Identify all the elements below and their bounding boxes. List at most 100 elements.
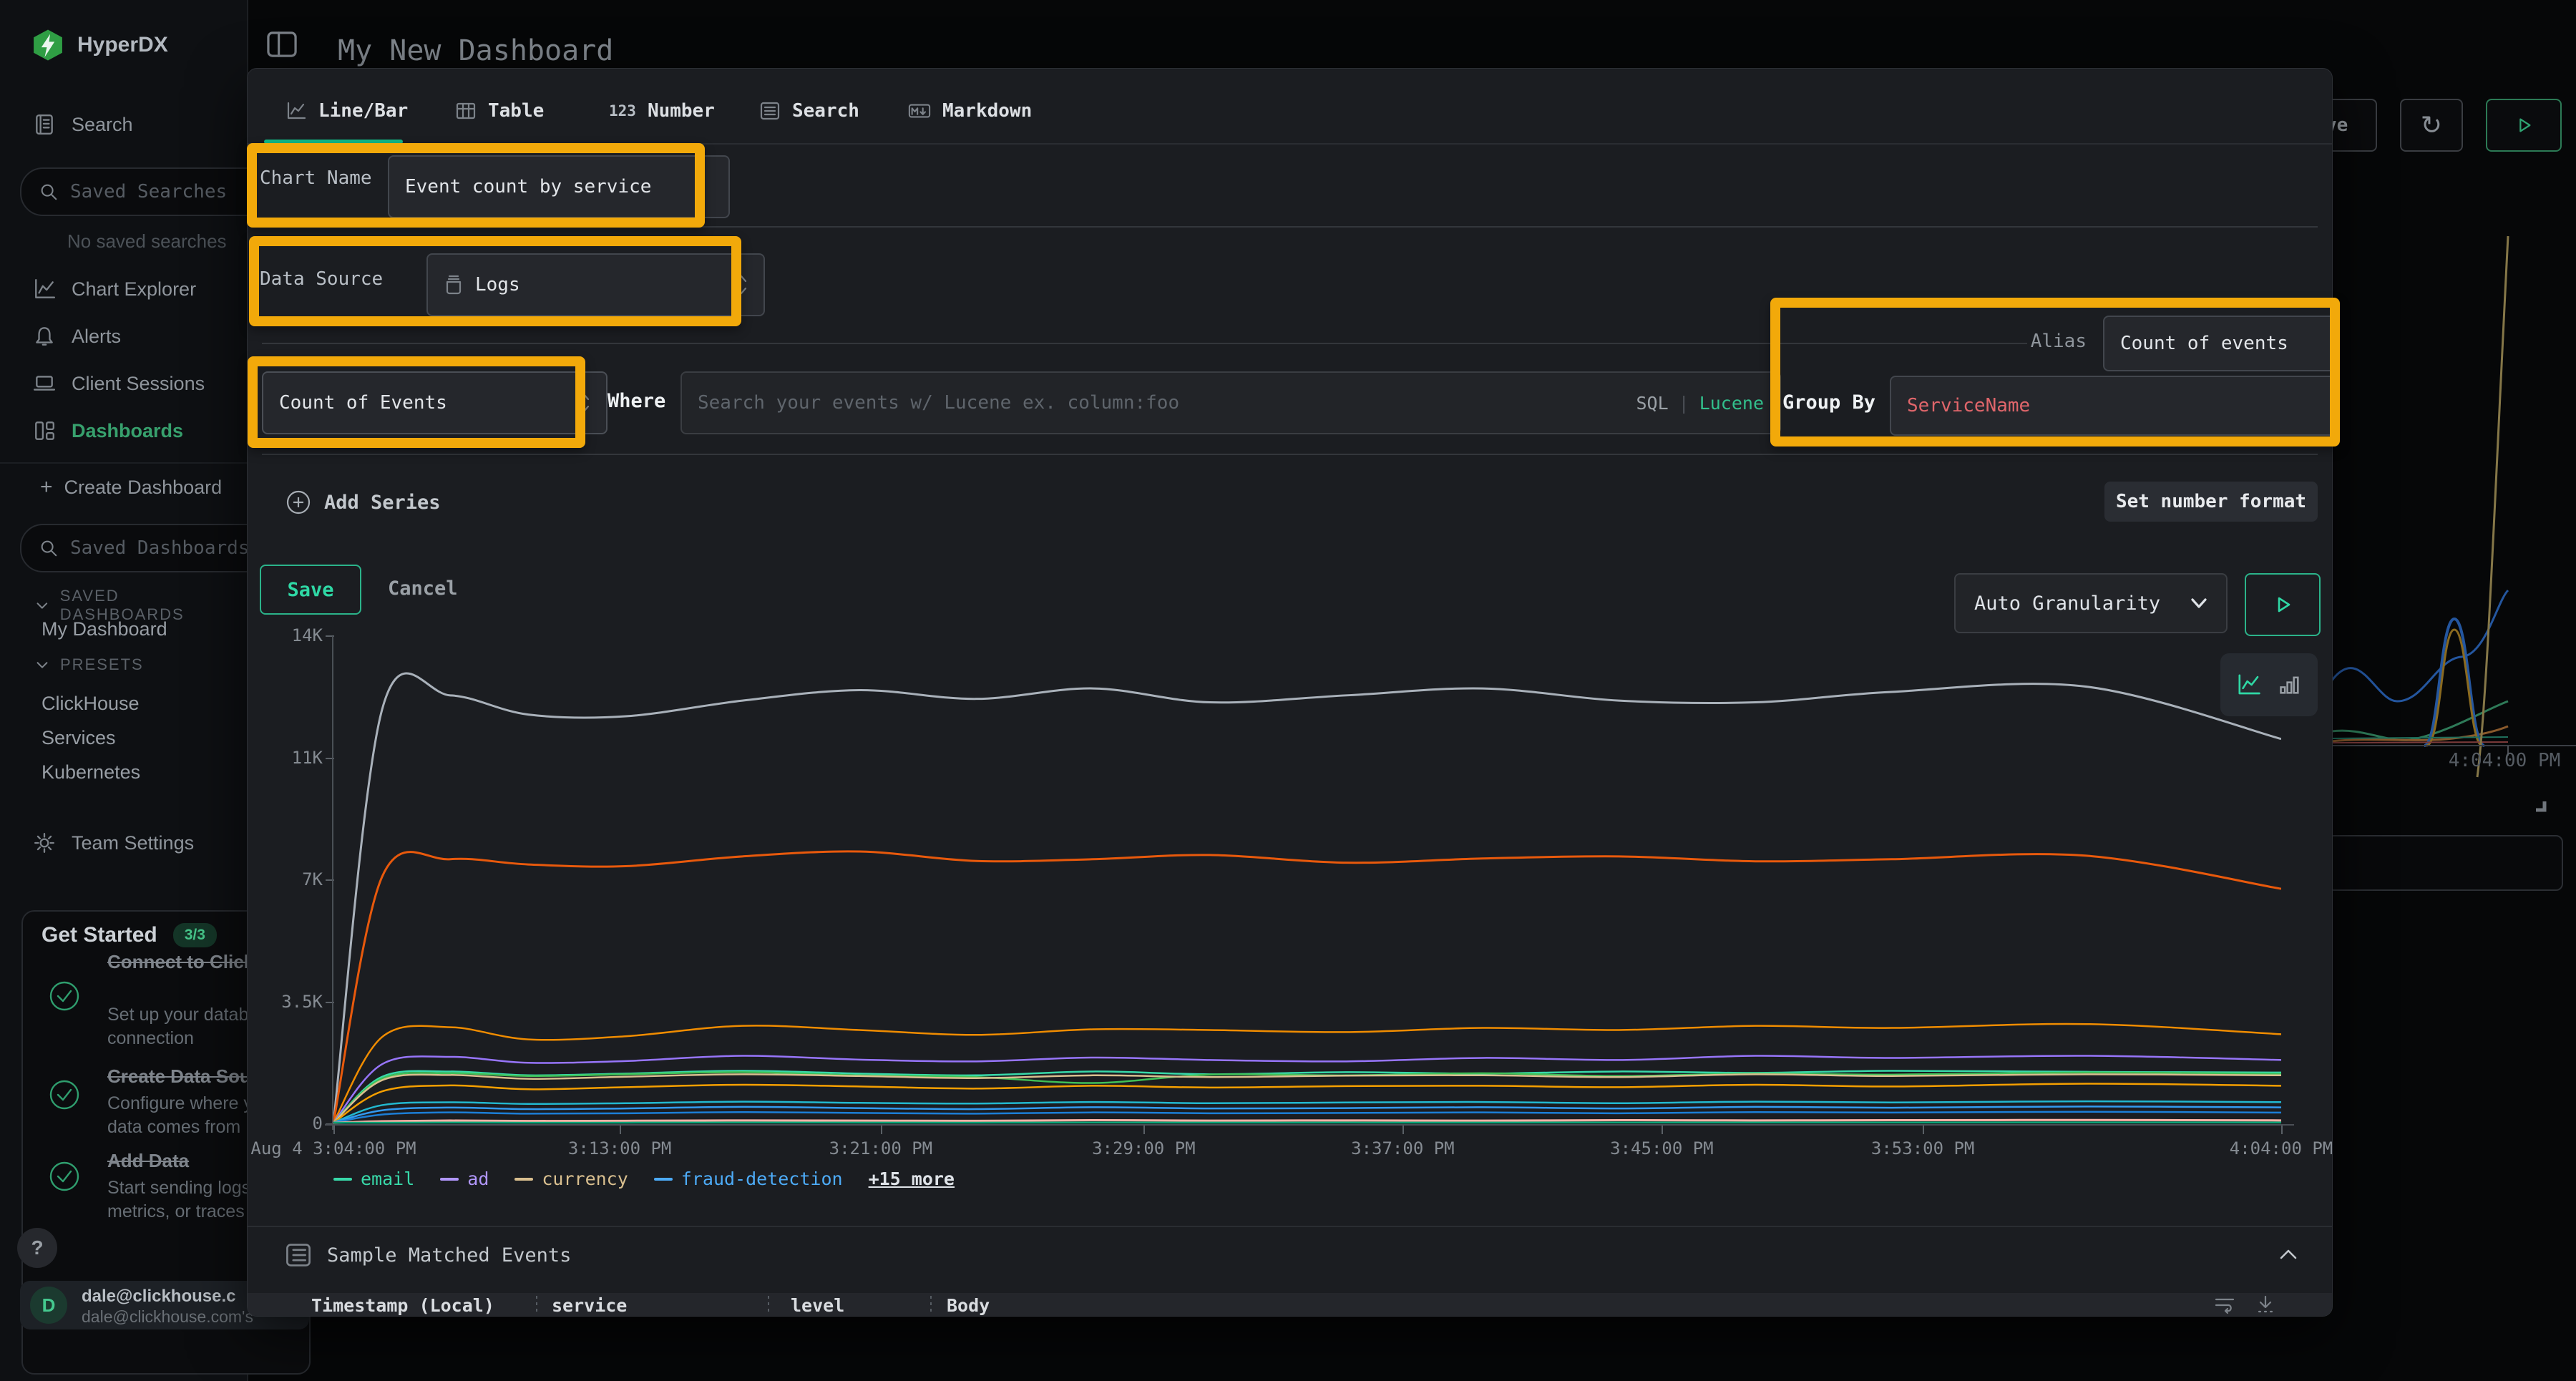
x-tick-label: 3:53:00 PM: [1871, 1138, 1975, 1158]
line-chart-icon: [286, 100, 307, 122]
sidebar-item-my-dashboard[interactable]: My Dashboard: [42, 618, 167, 640]
create-dashboard-button[interactable]: + Create Dashboard: [40, 475, 222, 499]
legend-swatch: [654, 1178, 673, 1181]
gear-icon: [33, 831, 56, 854]
presets-section[interactable]: PRESETS: [34, 655, 144, 674]
brand[interactable]: HyperDX: [31, 29, 168, 62]
select-chevrons-icon: [735, 273, 748, 297]
wrap-lines-icon[interactable]: [2214, 1295, 2235, 1315]
legend-item[interactable]: email: [333, 1168, 414, 1189]
legend-item[interactable]: fraud-detection: [654, 1168, 843, 1189]
column-header-timestamp[interactable]: Timestamp (Local): [311, 1295, 494, 1316]
check-circle-icon: [49, 980, 80, 1012]
chart-explorer-icon: [33, 278, 56, 301]
alias-label: Alias: [1979, 331, 2087, 352]
tab-search[interactable]: Search: [759, 100, 859, 122]
run-query-button[interactable]: [2486, 99, 2562, 152]
x-tick-label: 3:45:00 PM: [1610, 1138, 1714, 1158]
sample-events-header[interactable]: Sample Matched Events: [286, 1242, 571, 1268]
sidebar-item-dashboards[interactable]: Dashboards: [33, 419, 183, 442]
sidebar-item-alerts[interactable]: Alerts: [33, 325, 121, 348]
save-button[interactable]: Save: [260, 565, 361, 615]
x-tick-label: 3:29:00 PM: [1092, 1138, 1196, 1158]
refresh-button[interactable]: ↻: [2400, 99, 2463, 152]
x-tick: [2281, 1126, 2283, 1134]
select-chevrons-icon: [577, 391, 590, 415]
get-started-title: Get Started: [42, 923, 157, 947]
cancel-button[interactable]: Cancel: [388, 577, 458, 600]
legend-item[interactable]: currency: [514, 1168, 628, 1189]
search-icon: [39, 182, 59, 202]
brand-name: HyperDX: [77, 33, 168, 57]
column-divider[interactable]: [536, 1296, 537, 1314]
tile-resize-handle[interactable]: [2527, 793, 2552, 817]
where-placeholder: Search your events w/ Lucene ex. column:…: [698, 392, 1179, 414]
help-button[interactable]: ?: [17, 1228, 57, 1268]
sidebar-item-clickhouse[interactable]: ClickHouse: [42, 693, 140, 715]
sidebar-item-kubernetes[interactable]: Kubernetes: [42, 761, 140, 784]
bell-icon: [33, 325, 56, 348]
bar-chart-toggle-icon[interactable]: [2278, 673, 2302, 697]
background-tile-input: [2327, 835, 2563, 891]
x-tick: [1402, 1126, 1404, 1134]
series-line-unlabeled (green): [333, 1072, 2281, 1123]
x-tick-label: Aug 4 3:04:00 PM: [250, 1138, 416, 1158]
series-line-unlabeled (gray): [333, 673, 2281, 1123]
tab-markdown[interactable]: Markdown: [908, 100, 1032, 122]
chart-plot[interactable]: [333, 636, 2281, 1124]
saved-dashboards-input[interactable]: Saved Dashboards: [20, 524, 272, 572]
x-tick-label: 3:37:00 PM: [1351, 1138, 1455, 1158]
set-number-format-button[interactable]: Set number format: [2104, 482, 2318, 522]
sql-toggle[interactable]: SQL: [1636, 393, 1668, 414]
sidebar-item-team-settings[interactable]: Team Settings: [33, 831, 194, 854]
aggregation-select[interactable]: Count of Events: [262, 371, 608, 434]
column-header-body[interactable]: Body: [947, 1295, 990, 1316]
column-header-service[interactable]: service: [552, 1295, 627, 1316]
x-tick: [1143, 1126, 1145, 1134]
tab-table[interactable]: Table: [455, 100, 544, 122]
refresh-icon: ↻: [2421, 111, 2442, 140]
page-title: My New Dashboard: [338, 34, 613, 67]
search-list-icon: [759, 100, 781, 122]
y-tick-label: 0: [251, 1113, 323, 1133]
saved-searches-input[interactable]: Saved Searches: [20, 167, 272, 216]
lucene-toggle[interactable]: Lucene: [1699, 393, 1764, 414]
sidebar-collapse-button[interactable]: [265, 29, 299, 60]
column-divider[interactable]: [768, 1296, 769, 1314]
legend-item[interactable]: ad: [440, 1168, 489, 1189]
where-search-input[interactable]: Search your events w/ Lucene ex. column:…: [680, 371, 1781, 434]
column-header-level[interactable]: level: [791, 1295, 844, 1316]
sidebar-item-chart-explorer[interactable]: Chart Explorer: [33, 278, 196, 301]
collapse-chevron-up-icon[interactable]: [2278, 1248, 2298, 1261]
run-chart-button[interactable]: [2245, 573, 2321, 636]
legend-swatch: [333, 1178, 352, 1181]
granularity-select[interactable]: Auto Granularity: [1954, 573, 2228, 633]
data-source-select[interactable]: Logs: [426, 253, 765, 316]
column-divider[interactable]: [930, 1296, 932, 1314]
x-axis: Aug 4 3:04:00 PM3:13:00 PM3:21:00 PM3:29…: [333, 1126, 2281, 1168]
group-by-label: Group By: [1782, 391, 1875, 414]
tab-number[interactable]: 123 Number: [609, 100, 715, 122]
series-line-unlabeled (orange): [333, 851, 2281, 1123]
chevron-down-icon: [2190, 597, 2207, 610]
sidebar-item-client-sessions[interactable]: Client Sessions: [33, 372, 205, 395]
user-email: dale@clickhouse.c: [82, 1287, 236, 1307]
sidebar-item-services[interactable]: Services: [42, 727, 116, 749]
sidebar-item-search[interactable]: Search: [33, 113, 133, 136]
legend-swatch: [440, 1178, 459, 1181]
group-by-input[interactable]: ServiceName: [1890, 376, 2333, 436]
x-tick: [1662, 1126, 1663, 1134]
legend-more-link[interactable]: +15 more: [869, 1168, 955, 1189]
table-header-row: Timestamp (Local) service level Body: [248, 1293, 2332, 1317]
add-series-button[interactable]: Add Series: [286, 489, 441, 515]
x-tick-label: 3:21:00 PM: [829, 1138, 933, 1158]
x-tick-label: 4:04:00 PM: [2230, 1138, 2333, 1158]
download-icon[interactable]: [2255, 1294, 2275, 1314]
chart-name-input[interactable]: Event count by service: [388, 155, 730, 218]
tab-line-bar[interactable]: Line/Bar: [286, 100, 408, 122]
background-chart-x-label: 4:04:00 PM: [2449, 750, 2561, 771]
check-circle-icon: [49, 1161, 80, 1192]
alias-input[interactable]: Count of events: [2103, 316, 2333, 371]
background-tile-chart: [2331, 200, 2576, 787]
table-icon: [455, 100, 477, 122]
